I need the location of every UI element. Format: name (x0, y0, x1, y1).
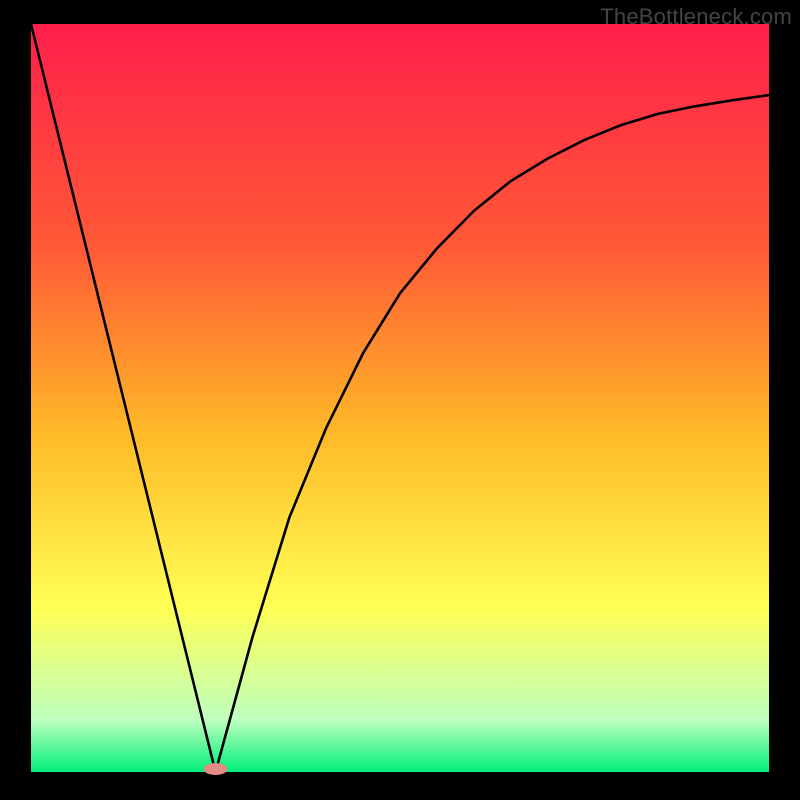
chart-plot-area (31, 24, 769, 772)
chart-marker (204, 763, 228, 775)
chart-container: TheBottleneck.com (0, 0, 800, 800)
bottleneck-chart (0, 0, 800, 800)
watermark-text: TheBottleneck.com (600, 4, 792, 30)
